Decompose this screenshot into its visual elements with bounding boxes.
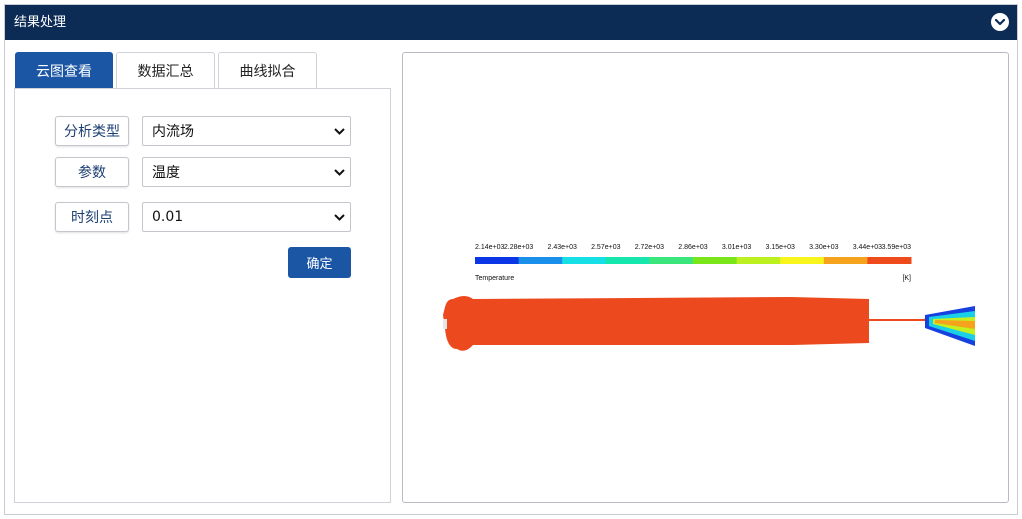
- analysis-type-label: 分析类型: [55, 116, 129, 146]
- scale-tick-label: 2.86e+03: [678, 244, 707, 251]
- motor-inlet: [443, 319, 447, 329]
- scale-variable-label: Temperature: [475, 275, 514, 282]
- scale-tick-label: 2.14e+03: [475, 244, 504, 251]
- scale-tick-label: 3.15e+03: [765, 244, 794, 251]
- scale-band: [562, 257, 607, 264]
- scale-tick-label: 2.57e+03: [591, 244, 620, 251]
- scale-unit-label: [K]: [902, 275, 911, 282]
- contour-viewer: 2.14e+03 2.28e+03 2.43e+03 2.57e+03 2.72e+03…: [402, 52, 1009, 503]
- time-point-value: 0.01: [152, 209, 184, 225]
- scale-tick-label: 2.72e+03: [635, 244, 664, 251]
- scale-band: [649, 257, 694, 264]
- chevron-down-circle-icon[interactable]: [991, 13, 1009, 31]
- query-form: 分析类型 内流场 参数 温度 时刻点 0.01 确定: [14, 88, 391, 503]
- scale-band: [867, 257, 912, 264]
- parameter-select[interactable]: 温度: [142, 157, 351, 187]
- time-point-select[interactable]: 0.01: [142, 202, 351, 232]
- scale-band: [475, 257, 520, 264]
- scale-band: [605, 257, 650, 264]
- panel-header: 结果处理: [5, 5, 1017, 40]
- scale-band: [693, 257, 738, 264]
- scale-band: [823, 257, 868, 264]
- motor-body: [443, 296, 939, 351]
- tab-contour-view[interactable]: 云图查看: [15, 52, 113, 88]
- parameter-label: 参数: [55, 157, 129, 187]
- parameter-value: 温度: [152, 165, 180, 181]
- temperature-contour: 2.14e+03 2.28e+03 2.43e+03 2.57e+03 2.72e+03…: [443, 244, 975, 351]
- tab-data-summary[interactable]: 数据汇总: [116, 52, 215, 88]
- time-point-label: 时刻点: [55, 202, 129, 232]
- tab-curve-fitting[interactable]: 曲线拟合: [218, 52, 317, 88]
- chevron-down-icon: [328, 157, 350, 187]
- scale-tick-label: 3.01e+03: [722, 244, 751, 251]
- scale-tick-label: 3.30e+03: [809, 244, 838, 251]
- analysis-type-select[interactable]: 内流场: [142, 116, 351, 146]
- chevron-down-icon: [328, 116, 350, 146]
- scale-tick-label: 2.28e+03: [504, 244, 533, 251]
- analysis-type-value: 内流场: [152, 124, 194, 140]
- scale-band: [780, 257, 825, 264]
- scale-band: [736, 257, 781, 264]
- scale-tick-label: 2.43e+03: [547, 244, 576, 251]
- scale-tick-label: 3.59e+03: [882, 244, 911, 251]
- scale-tick-label: 3.44e+03: [853, 244, 882, 251]
- result-panel: 结果处理 云图查看 数据汇总 曲线拟合 分析类型 内流场 参数 温度 时刻点 0…: [4, 4, 1018, 515]
- chevron-down-icon: [328, 202, 350, 232]
- confirm-button[interactable]: 确定: [288, 247, 351, 278]
- panel-title: 结果处理: [14, 15, 67, 30]
- scale-band: [518, 257, 563, 264]
